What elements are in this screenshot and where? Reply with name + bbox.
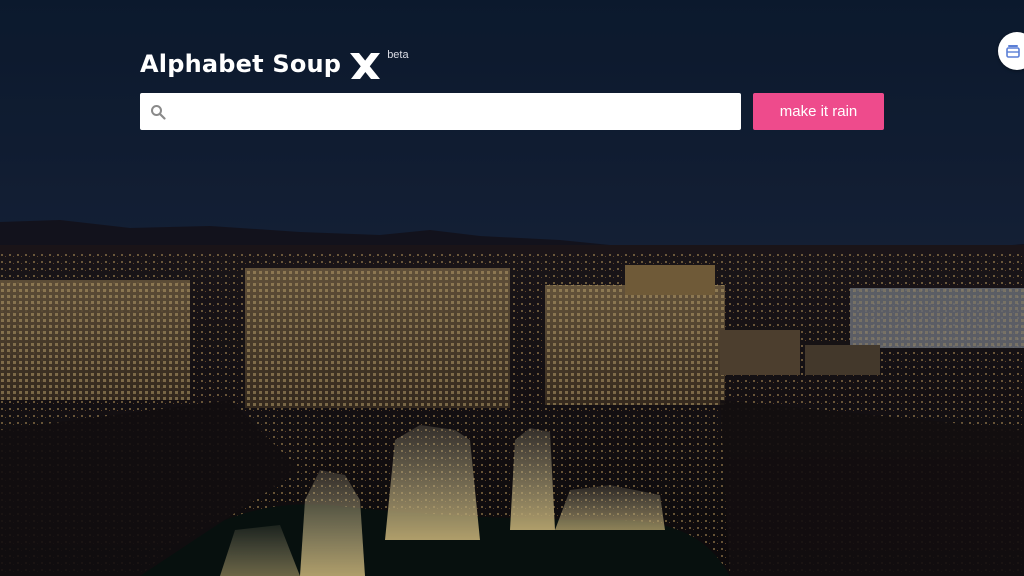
search-icon	[150, 104, 166, 120]
layers-icon	[1005, 45, 1020, 58]
beta-badge: beta	[387, 49, 409, 61]
app-logo[interactable]: Alphabet Soup beta	[140, 46, 409, 86]
app-title: Alphabet Soup	[140, 50, 342, 78]
x-logo-icon	[347, 48, 383, 84]
background-photo	[0, 0, 1024, 576]
search-bar[interactable]	[140, 93, 741, 130]
search-input[interactable]	[166, 93, 741, 130]
make-it-rain-button[interactable]: make it rain	[753, 93, 884, 130]
